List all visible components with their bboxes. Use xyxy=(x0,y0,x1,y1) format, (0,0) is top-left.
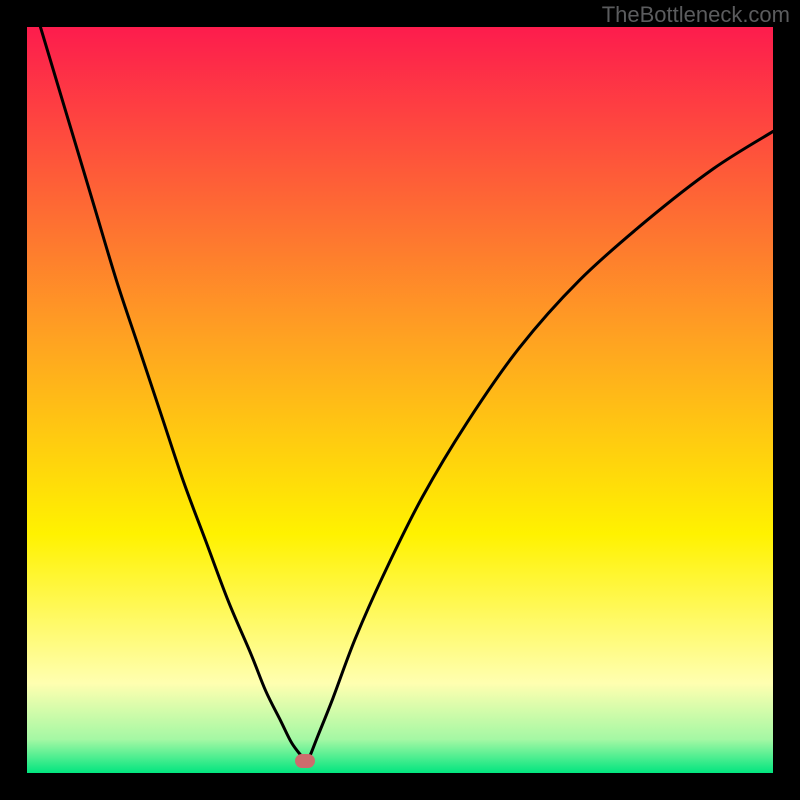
watermark-text: TheBottleneck.com xyxy=(602,2,790,28)
chart-curve xyxy=(27,27,773,773)
chart-frame xyxy=(27,27,773,773)
curve-minimum-marker xyxy=(295,754,315,768)
